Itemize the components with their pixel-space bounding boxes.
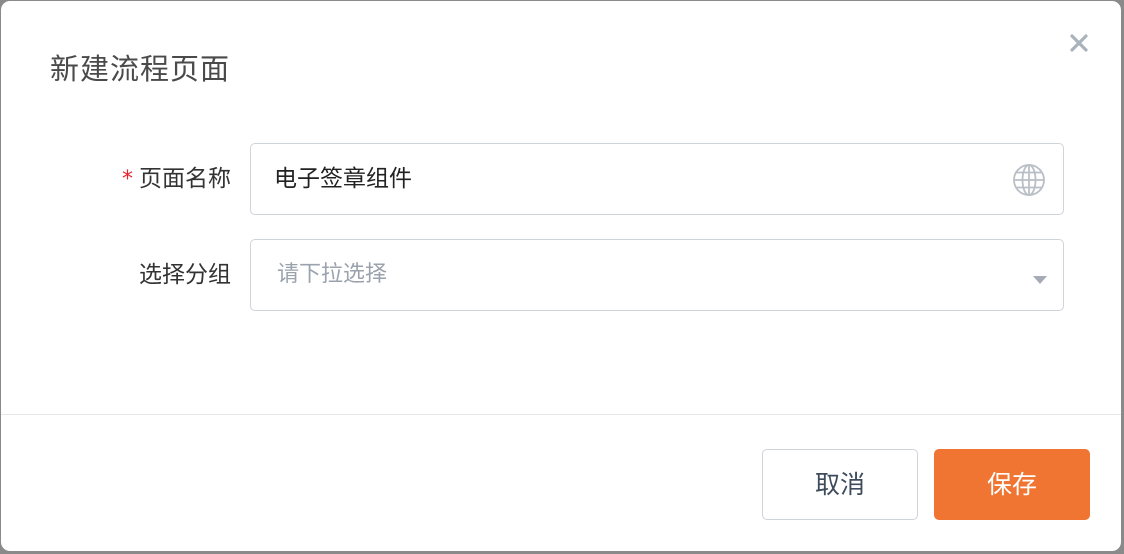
new-flow-page-dialog: 新建流程页面 * 页面名称 电子签章组件 选择分组 请下拉选择 取消 保存 xyxy=(1,1,1121,551)
page-name-value: 电子签章组件 xyxy=(274,166,412,192)
globe-icon[interactable] xyxy=(1012,163,1046,197)
group-row: 选择分组 请下拉选择 xyxy=(1,239,1121,311)
dialog-title: 新建流程页面 xyxy=(50,52,231,86)
cancel-button[interactable]: 取消 xyxy=(762,449,918,520)
caret-down-icon xyxy=(1032,270,1048,284)
group-label: 选择分组 xyxy=(139,262,231,288)
page-name-label-wrap: * 页面名称 xyxy=(122,143,231,215)
required-mark: * xyxy=(122,167,133,192)
page-name-label: 页面名称 xyxy=(139,166,231,192)
group-placeholder: 请下拉选择 xyxy=(277,262,388,287)
save-button[interactable]: 保存 xyxy=(934,449,1090,520)
close-icon[interactable] xyxy=(1065,29,1093,57)
footer-divider xyxy=(1,414,1121,415)
page-name-input[interactable]: 电子签章组件 xyxy=(250,143,1064,215)
group-select[interactable]: 请下拉选择 xyxy=(250,239,1064,311)
page-name-row: * 页面名称 电子签章组件 xyxy=(1,143,1121,215)
